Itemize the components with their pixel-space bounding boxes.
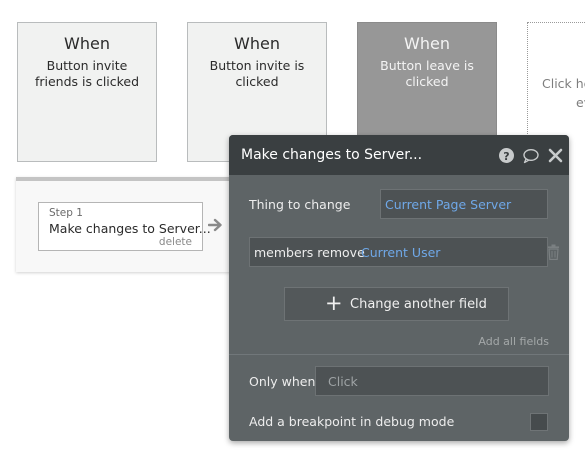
event-when-label: When bbox=[64, 34, 110, 53]
action-editor-panel: Make changes to Server... ? Thing to cha… bbox=[229, 135, 569, 441]
panel-header: Make changes to Server... ? bbox=[229, 135, 569, 175]
plus-icon: + bbox=[325, 291, 343, 315]
event-description: Button invite friends is clicked bbox=[34, 58, 140, 89]
change-another-field-button[interactable]: + Change another field bbox=[284, 287, 509, 321]
breakpoint-label: Add a breakpoint in debug mode bbox=[249, 414, 455, 429]
svg-text:?: ? bbox=[503, 150, 509, 163]
add-all-fields-link[interactable]: Add all fields bbox=[478, 335, 549, 348]
panel-divider bbox=[229, 354, 569, 355]
only-when-placeholder: Click bbox=[328, 374, 358, 389]
field-change-row[interactable]: members remove Current User bbox=[249, 237, 548, 267]
field-name: members remove bbox=[254, 245, 365, 260]
arrow-right-icon bbox=[208, 218, 222, 232]
step-number: Step 1 bbox=[49, 207, 83, 219]
event-card-invite-friends[interactable]: When Button invite friends is clicked bbox=[17, 22, 157, 162]
help-icon[interactable]: ? bbox=[498, 147, 515, 164]
event-when-label: When bbox=[234, 34, 280, 53]
new-event-text-line1: Click he bbox=[542, 76, 585, 91]
step-title: Make changes to Server... bbox=[49, 221, 211, 236]
change-another-field-label: Change another field bbox=[350, 297, 487, 312]
only-when-label: Only when bbox=[249, 374, 316, 389]
event-description: Button leave is clicked bbox=[380, 58, 474, 89]
trash-icon[interactable] bbox=[547, 244, 560, 260]
event-when-label: When bbox=[404, 34, 450, 53]
panel-title: Make changes to Server... bbox=[241, 147, 423, 163]
event-description: Button invite is clicked bbox=[209, 58, 305, 89]
workflow-step-1[interactable]: Step 1 Make changes to Server... delete bbox=[38, 202, 211, 251]
new-event-text-line2: ev bbox=[576, 95, 585, 110]
workflow-steps-bar: Step 1 Make changes to Server... delete bbox=[16, 177, 246, 272]
breakpoint-checkbox[interactable] bbox=[530, 413, 548, 431]
comment-icon[interactable] bbox=[522, 147, 539, 164]
step-delete-link[interactable]: delete bbox=[159, 236, 192, 248]
thing-to-change-label: Thing to change bbox=[249, 197, 351, 212]
close-icon[interactable] bbox=[547, 147, 564, 164]
thing-to-change-input[interactable]: Current Page Server bbox=[380, 189, 548, 219]
thing-to-change-value: Current Page Server bbox=[385, 197, 512, 212]
field-value[interactable]: Current User bbox=[361, 245, 440, 260]
only-when-input[interactable]: Click bbox=[315, 366, 549, 396]
